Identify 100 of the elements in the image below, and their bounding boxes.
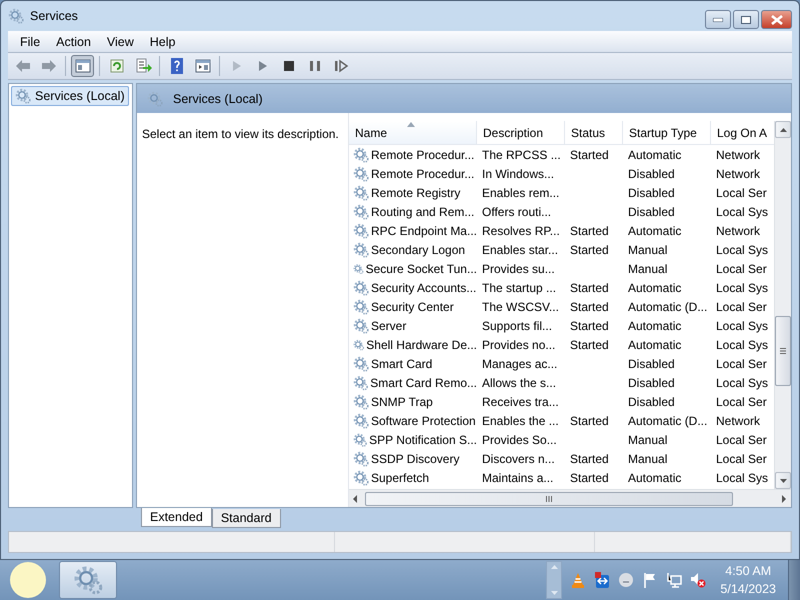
pane-icon	[74, 57, 92, 75]
gear-icon	[353, 432, 368, 448]
table-cell-text: Local Sys	[715, 280, 770, 294]
table-cell-text: Network	[715, 148, 762, 162]
forward-arrow-icon	[40, 57, 58, 75]
table-cell-text: Network	[715, 224, 762, 238]
table-cell-text: Enables the ...	[481, 414, 560, 428]
vertical-scrollbar[interactable]	[774, 121, 791, 489]
table-cell-text: Started	[569, 452, 610, 466]
view-tab[interactable]: Standard	[212, 509, 281, 528]
scroll-thumb[interactable]	[775, 316, 791, 386]
service-name: SPP Notification S...	[369, 432, 477, 446]
table-cell-text: Provides su...	[481, 262, 556, 276]
service-name: Smart Card Remo...	[370, 376, 477, 390]
export-list-icon	[134, 57, 152, 75]
gear-icon	[353, 394, 369, 410]
start-button[interactable]	[8, 560, 48, 600]
speaker-muted-icon[interactable]	[690, 572, 706, 588]
gear-icon	[353, 184, 369, 200]
maximize-button[interactable]	[733, 10, 759, 29]
table-cell-text: Discovers n...	[481, 452, 556, 466]
table-cell-text: Allows the s...	[481, 376, 558, 390]
minimize-button[interactable]	[705, 10, 731, 29]
table-cell-text: Disabled	[627, 186, 676, 200]
table-cell-text: Manages ac...	[481, 356, 558, 370]
table-cell-text: Offers routi...	[481, 204, 552, 218]
gear-icon	[353, 356, 369, 372]
table-cell-text: Automatic (D...	[627, 414, 708, 428]
service-name: RPC Endpoint Ma...	[370, 224, 477, 238]
scroll-thumb[interactable]	[365, 492, 733, 506]
table-cell-text: Local Sys	[715, 338, 770, 352]
table-cell-text: Manual	[627, 452, 668, 466]
table-cell-text: Local Ser	[715, 394, 768, 408]
service-name: Remote Registry	[371, 186, 460, 200]
sort-arrow-icon	[407, 122, 415, 127]
play-icon	[232, 61, 240, 71]
tree-item-label: Services (Local)	[35, 89, 125, 103]
gear-icon	[353, 146, 369, 162]
service-name: Remote Procedur...	[371, 148, 474, 162]
menu-item[interactable]: Action	[48, 34, 99, 48]
table-cell-text: Started	[569, 242, 610, 256]
service-name: Superfetch	[371, 470, 430, 484]
view-tab[interactable]: Extended	[141, 508, 212, 527]
scroll-right-icon[interactable]	[779, 494, 789, 502]
table-cell-text: The WSCSV...	[481, 300, 560, 314]
menu-item[interactable]: Help	[142, 34, 184, 48]
table-cell-text: Automatic	[627, 338, 682, 352]
scroll-up-button[interactable]	[775, 121, 791, 138]
down-arrow-icon	[780, 478, 786, 482]
table-cell-text: Started	[569, 338, 610, 352]
service-name: Server	[371, 318, 406, 332]
table-cell-text: Network	[715, 166, 762, 180]
table-cell-text: Maintains a...	[481, 470, 554, 484]
table-cell-text: Automatic	[627, 224, 682, 238]
gear-icon	[353, 374, 368, 390]
description-prompt: Select an item to view its description.	[142, 127, 339, 141]
gear-icon	[353, 298, 369, 314]
smiley-icon[interactable]	[618, 572, 634, 588]
column-header[interactable]: Name	[349, 121, 477, 144]
table-cell-text: Receives tra...	[481, 394, 560, 408]
horizontal-scrollbar[interactable]	[349, 489, 791, 507]
table-cell-text: Network	[715, 414, 762, 428]
gear-icon	[353, 242, 369, 258]
cone-icon[interactable]	[570, 572, 586, 588]
tree-item[interactable]: Services (Local)	[11, 86, 129, 106]
show-desktop-button[interactable]	[788, 560, 800, 600]
service-name: Security Accounts...	[371, 280, 476, 294]
panel-title: Services (Local)	[173, 92, 263, 106]
close-icon	[770, 14, 782, 24]
pane-button[interactable]	[71, 55, 94, 77]
menu-item[interactable]: View	[98, 34, 142, 48]
table-cell-text: Started	[569, 300, 610, 314]
table-cell-text: Automatic	[627, 470, 682, 484]
table-cell-text: Started	[569, 470, 610, 484]
table-cell-text: Local Sys	[715, 242, 770, 256]
table-cell-text: Manual	[627, 432, 668, 446]
close-button[interactable]	[761, 10, 792, 29]
network-icon[interactable]	[666, 572, 682, 588]
gear-icon	[353, 412, 369, 428]
menu-item[interactable]: File	[12, 34, 48, 48]
table-cell-text: The RPCSS ...	[481, 148, 562, 162]
table-cell-text: Started	[569, 224, 610, 238]
remote-icon[interactable]	[594, 572, 610, 588]
table-cell-text: Local Sys	[715, 470, 770, 484]
table-cell-text: In Windows...	[481, 166, 556, 180]
play-icon	[258, 61, 266, 71]
table-cell-text: Provides no...	[481, 338, 556, 352]
table-cell-text: The startup ...	[481, 280, 558, 294]
taskbar-button[interactable]	[59, 561, 117, 599]
scroll-down-button[interactable]	[775, 472, 791, 489]
table-cell-text: Local Ser	[715, 356, 768, 370]
table-cell-text: Local Ser	[715, 300, 768, 314]
table-cell-text: Local Sys	[715, 318, 770, 332]
gear-icon	[353, 166, 369, 182]
service-name: Secure Socket Tun...	[366, 262, 477, 276]
table-cell-text: Disabled	[627, 394, 676, 408]
table-cell-text: Disabled	[627, 356, 676, 370]
table-cell-text: Automatic	[627, 148, 682, 162]
table-cell-text: Local Ser	[715, 262, 768, 276]
maximize-icon	[741, 16, 751, 24]
